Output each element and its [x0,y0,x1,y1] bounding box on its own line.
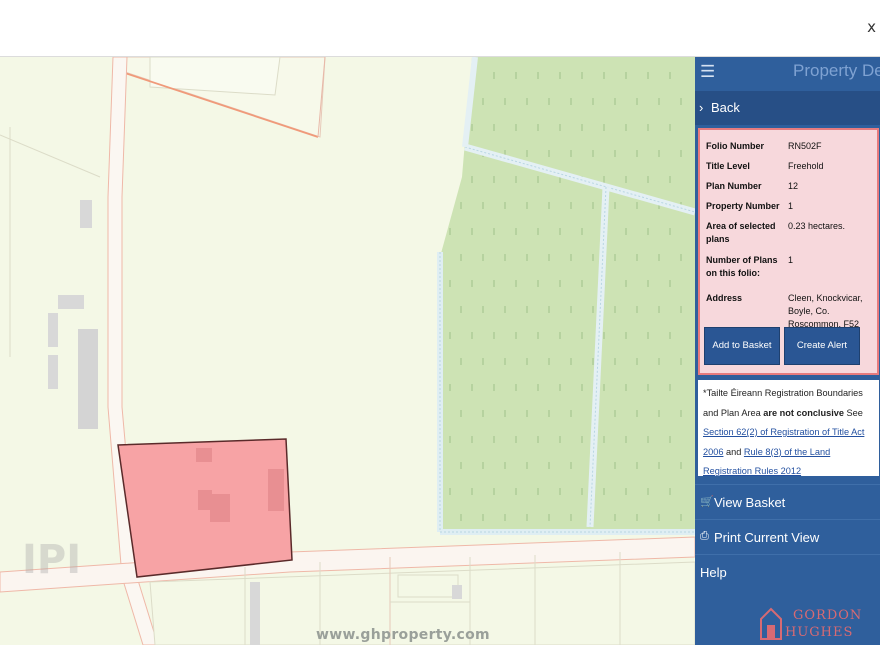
chevron-right-icon: › [699,100,704,115]
brand-line1: GORDON [793,608,862,623]
detail-value: Freehold [788,161,824,171]
disclaimer-and: and [726,446,742,457]
cart-icon: 🛒 [700,496,714,508]
back-label: Back [711,100,740,115]
detail-label: Folio Number [706,141,764,151]
back-button[interactable]: › Back [695,91,880,125]
building [48,313,58,347]
view-basket-button[interactable]: 🛒 View Basket [695,484,880,520]
building [198,490,212,510]
building [58,295,84,309]
detail-value: 12 [788,181,799,191]
watermark-text: www.ghproperty.com [316,627,490,643]
map-canvas[interactable] [0,57,695,645]
detail-value: 0.23 hectares. [788,221,846,231]
detail-value: 1 [788,255,794,265]
detail-label: Address [706,293,743,303]
property-details-box: Folio Number RN502F Title Level Freehold… [698,128,879,375]
gordon-hughes-logo: GORDON HUGHES [760,607,862,640]
close-button[interactable]: x [867,18,876,36]
building [48,355,58,389]
view-basket-label: View Basket [714,495,786,510]
detail-label: Number of Plans on this folio: [706,255,778,278]
detail-value: 1 [788,201,794,211]
property-detail-panel: ☰ Property Detail › Back Folio Number RN… [695,57,880,645]
disclaimer-see: See [846,407,863,418]
panel-header: ☰ Property Detail [695,57,880,89]
forest-area [440,57,695,532]
detail-label: Property Number [706,201,780,211]
print-view-button[interactable]: ⎙ Print Current View [695,519,880,555]
building [196,448,212,462]
building [80,200,92,228]
help-button[interactable]: Help [695,554,880,590]
create-alert-button[interactable]: Create Alert [784,327,860,365]
building [268,469,284,511]
add-to-basket-button[interactable]: Add to Basket [704,327,780,365]
detail-label: Plan Number [706,181,762,191]
ipi-logo: IPI [22,537,82,583]
detail-label: Area of selected plans [706,221,776,244]
building [210,494,230,522]
map-view[interactable]: IPI www.ghproperty.com [0,57,695,645]
detail-value: RN502F [788,141,822,151]
printer-icon: ⎙ [700,530,709,542]
building [78,329,98,429]
panel-title: Property Detail [793,61,880,80]
disclaimer-note: *Tailte Éireann Registration Boundaries … [698,380,879,476]
help-label: Help [700,565,727,580]
print-view-label: Print Current View [714,530,820,545]
top-bar: x [0,0,880,57]
detail-label: Title Level [706,161,750,171]
menu-icon[interactable]: ☰ [700,62,715,82]
disclaimer-bold: are not conclusive [763,407,844,418]
rule-8-link[interactable]: Rule 8(3) of the Land Registration Rules… [703,447,830,477]
brand-line2: HUGHES [785,625,853,640]
